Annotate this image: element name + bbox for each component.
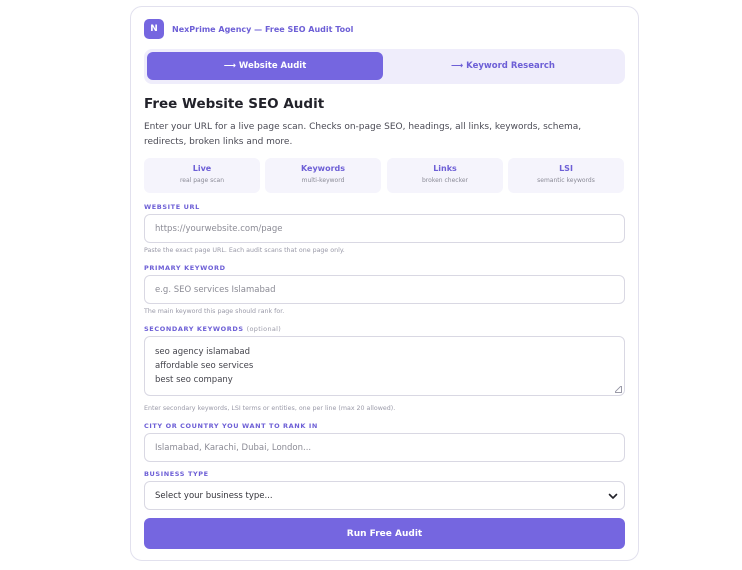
website-url-hint: Paste the exact page URL. Each audit sca… <box>144 247 345 254</box>
website-url-label: WEBSITE URL <box>144 203 200 211</box>
feature-keywords: Keywords multi-keyword <box>265 158 381 193</box>
brand-name: NexPrime Agency — Free SEO Audit Tool <box>172 24 354 34</box>
feature-subtitle: semantic keywords <box>537 177 595 184</box>
secondary-keywords-value: seo agency islamabad affordable seo serv… <box>155 347 254 385</box>
audit-card: N NexPrime Agency — Free SEO Audit Tool … <box>130 6 639 561</box>
tab-keyword-research[interactable]: ⟶ Keyword Research <box>384 52 622 80</box>
primary-keyword-label: PRIMARY KEYWORD <box>144 264 226 272</box>
brand-logo: N <box>144 19 164 39</box>
feature-title: LSI <box>559 164 573 173</box>
feature-title: Links <box>433 164 457 173</box>
feature-links: Links broken checker <box>387 158 503 193</box>
optional-tag: (optional) <box>246 325 282 333</box>
brand-header: N NexPrime Agency — Free SEO Audit Tool <box>144 19 353 39</box>
business-type-label: BUSINESS TYPE <box>144 470 209 478</box>
feature-subtitle: broken checker <box>422 177 468 184</box>
business-type-value: Select your business type... <box>155 490 273 501</box>
tab-bar: ⟶ Website Audit ⟶ Keyword Research <box>144 49 625 84</box>
primary-keyword-input[interactable]: e.g. SEO services Islamabad <box>144 275 625 304</box>
page-title: Free Website SEO Audit <box>144 96 325 112</box>
feature-title: Keywords <box>300 164 346 173</box>
secondary-keywords-label: SECONDARY KEYWORDS (optional) <box>144 325 281 333</box>
chevron-down-icon <box>608 491 618 501</box>
feature-title: Live <box>192 164 212 173</box>
website-url-input[interactable]: https://yourwebsite.com/page <box>144 214 625 243</box>
tab-website-audit[interactable]: ⟶ Website Audit <box>147 52 383 80</box>
resize-handle-icon[interactable] <box>615 386 622 393</box>
city-label: CITY OR COUNTRY YOU WANT TO RANK IN <box>144 422 318 430</box>
secondary-keywords-hint: Enter secondary keywords, LSI terms or e… <box>144 405 396 412</box>
secondary-keywords-label-text: SECONDARY KEYWORDS <box>144 325 244 333</box>
city-input[interactable]: Islamabad, Karachi, Dubai, London... <box>144 433 625 462</box>
run-audit-button[interactable]: Run Free Audit <box>144 518 625 549</box>
feature-lsi: LSI semantic keywords <box>508 158 624 193</box>
feature-live: Live real page scan <box>144 158 260 193</box>
business-type-select[interactable]: Select your business type... <box>144 481 625 510</box>
secondary-keywords-textarea[interactable]: seo agency islamabad affordable seo serv… <box>144 336 625 396</box>
primary-keyword-hint: The main keyword this page should rank f… <box>144 308 285 315</box>
page-description: Enter your URL for a live page scan. Che… <box>144 122 582 147</box>
feature-subtitle: real page scan <box>179 177 225 184</box>
feature-subtitle: multi-keyword <box>301 177 345 184</box>
